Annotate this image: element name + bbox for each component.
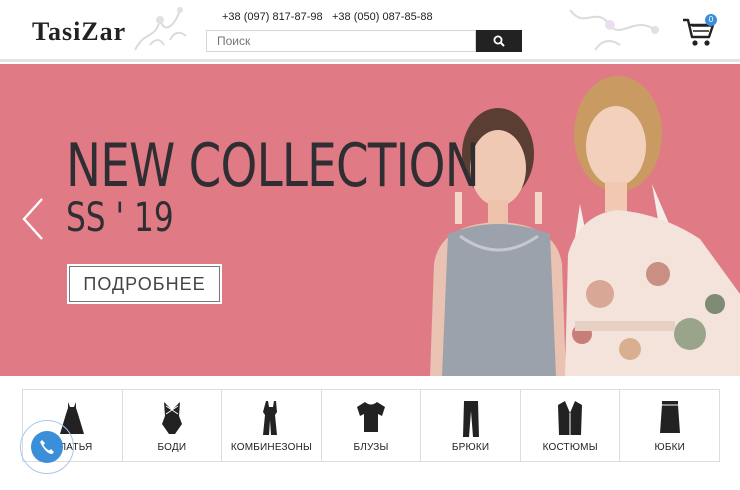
category-suits[interactable]: КОСТЮМЫ: [520, 390, 621, 461]
models-photo: [430, 76, 740, 376]
hero-subtitle: SS ' 19: [66, 195, 174, 241]
cart-count-badge: 0: [705, 14, 717, 26]
search-button[interactable]: [476, 30, 522, 52]
site-logo[interactable]: TasiZar: [32, 17, 126, 47]
hero-title: NEW COLLECTION: [66, 131, 480, 201]
blouse-icon: [357, 402, 386, 432]
category-label: БРЮКИ: [451, 442, 490, 453]
bodysuit-icon: [161, 402, 182, 434]
category-label: ЮБКИ: [654, 442, 685, 453]
trousers-icon: [462, 401, 479, 437]
category-skirts[interactable]: ЮБКИ: [620, 390, 720, 461]
callback-button[interactable]: [31, 431, 63, 463]
page: TasiZar +38 (097) 817-87-98 +38 (050) 08…: [0, 0, 740, 490]
category-label: БОДИ: [157, 442, 187, 453]
jumpsuit-icon: [263, 401, 278, 435]
category-trousers[interactable]: БРЮКИ: [421, 390, 521, 461]
category-label: КОМБИНЕЗОНЫ: [230, 442, 313, 453]
skirt-icon: [659, 401, 680, 433]
more-details-button[interactable]: ПОДРОБНЕЕ: [67, 264, 222, 304]
search-icon: [493, 35, 505, 47]
floral-ornament-icon: [569, 9, 659, 51]
category-jumpsuits[interactable]: КОМБИНЕЗОНЫ: [222, 390, 322, 461]
phone-number-1[interactable]: +38 (097) 817-87-98: [222, 11, 323, 23]
floral-ornament-icon: [134, 7, 187, 51]
phone-icon: [40, 440, 54, 454]
category-bar: ПЛАТЬЯ БОДИ КОМБИНЕЗОНЫ БЛУЗЫ БРЮКИ КОСТ…: [22, 389, 720, 462]
search-input[interactable]: [206, 30, 476, 52]
category-bodysuits[interactable]: БОДИ: [122, 390, 223, 461]
phone-number-2[interactable]: +38 (050) 087-85-88: [332, 11, 433, 23]
category-label: БЛУЗЫ: [353, 442, 389, 453]
category-blouses[interactable]: БЛУЗЫ: [321, 390, 422, 461]
category-label: КОСТЮМЫ: [542, 442, 598, 453]
chevron-left-icon[interactable]: [20, 197, 46, 241]
site-header: TasiZar +38 (097) 817-87-98 +38 (050) 08…: [0, 0, 740, 62]
suit-icon: [558, 401, 583, 435]
hero-banner: NEW COLLECTION SS ' 19 ПОДРОБНЕЕ: [0, 64, 740, 376]
